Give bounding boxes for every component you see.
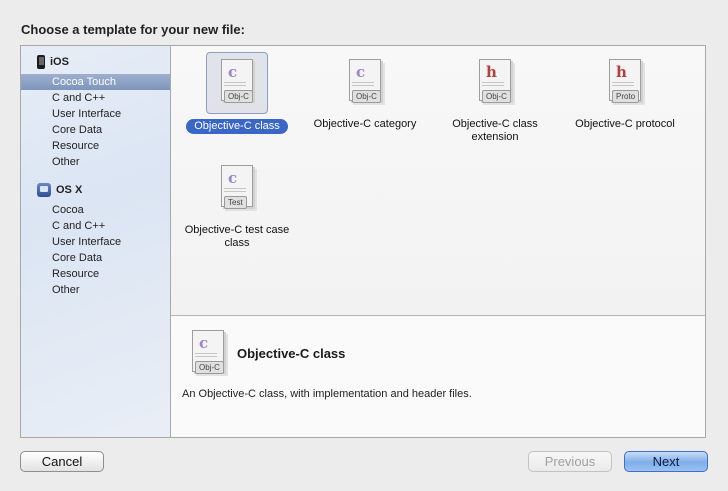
description-title: Objective-C class <box>237 346 346 361</box>
sidebar-item-other[interactable]: Other <box>21 154 170 170</box>
template-label: Objective-C protocol <box>575 118 675 130</box>
file-tag: Obj-C <box>195 361 224 374</box>
sidebar-group-label: iOS <box>50 56 69 68</box>
template-objc-class-extension[interactable]: h Obj-C Objective-C class extension <box>433 52 557 144</box>
file-tag: Obj-C <box>224 90 253 103</box>
sidebar-group-label: OS X <box>56 184 83 196</box>
file-tag: Test <box>224 196 247 209</box>
template-objc-class[interactable]: c Obj-C Objective-C class <box>175 52 299 134</box>
sidebar-group-header-ios: iOS <box>21 50 170 74</box>
template-label: Objective-C class extension <box>452 118 538 143</box>
platform-sidebar: iOS Cocoa Touch C and C++ User Interface… <box>21 46 171 437</box>
header-file-icon: h Obj-C <box>476 59 514 107</box>
template-grid: c Obj-C Objective-C class c Obj-C Object… <box>171 46 705 316</box>
objc-category-file-icon: c Obj-C <box>346 59 384 107</box>
sidebar-item-c-and-cpp[interactable]: C and C++ <box>21 218 170 234</box>
sidebar-group-ios: iOS Cocoa Touch C and C++ User Interface… <box>21 50 170 170</box>
sidebar-item-cocoa[interactable]: Cocoa <box>21 202 170 218</box>
protocol-file-icon: h Proto <box>606 59 644 107</box>
sidebar-item-core-data[interactable]: Core Data <box>21 250 170 266</box>
sidebar-group-osx: OS X Cocoa C and C++ User Interface Core… <box>21 178 170 298</box>
iphone-icon <box>37 55 45 69</box>
sidebar-item-c-and-cpp[interactable]: C and C++ <box>21 90 170 106</box>
template-objc-category[interactable]: c Obj-C Objective-C category <box>303 52 427 131</box>
sidebar-item-cocoa-touch[interactable]: Cocoa Touch <box>21 74 170 90</box>
sidebar-group-header-osx: OS X <box>21 178 170 202</box>
test-file-icon: c Test <box>218 165 256 213</box>
objc-class-file-icon: c Obj-C <box>218 59 256 107</box>
description-text: An Objective-C class, with implementatio… <box>182 388 472 400</box>
sidebar-item-user-interface[interactable]: User Interface <box>21 234 170 250</box>
template-description-pane: c Obj-C Objective-C class An Objective-C… <box>171 316 705 437</box>
next-button[interactable]: Next <box>624 451 708 472</box>
objc-class-file-icon: c Obj-C <box>189 330 227 378</box>
file-tag: Obj-C <box>352 90 381 103</box>
sidebar-item-other[interactable]: Other <box>21 282 170 298</box>
file-tag: Obj-C <box>482 90 511 103</box>
sidebar-item-core-data[interactable]: Core Data <box>21 122 170 138</box>
sidebar-item-user-interface[interactable]: User Interface <box>21 106 170 122</box>
template-label: Objective-C test case class <box>184 224 290 249</box>
dialog-heading: Choose a template for your new file: <box>21 22 245 37</box>
previous-button[interactable]: Previous <box>528 451 612 472</box>
template-label: Objective-C class <box>186 119 288 134</box>
template-label: Objective-C category <box>313 118 417 130</box>
template-objc-protocol[interactable]: h Proto Objective-C protocol <box>563 52 687 131</box>
sidebar-item-resource[interactable]: Resource <box>21 138 170 154</box>
template-chooser-panel: iOS Cocoa Touch C and C++ User Interface… <box>20 45 706 438</box>
template-objc-test-case-class[interactable]: c Test Objective-C test case class <box>175 158 299 250</box>
cancel-button[interactable]: Cancel <box>20 451 104 472</box>
sidebar-item-resource[interactable]: Resource <box>21 266 170 282</box>
file-tag: Proto <box>612 90 640 103</box>
mac-icon <box>37 183 51 197</box>
